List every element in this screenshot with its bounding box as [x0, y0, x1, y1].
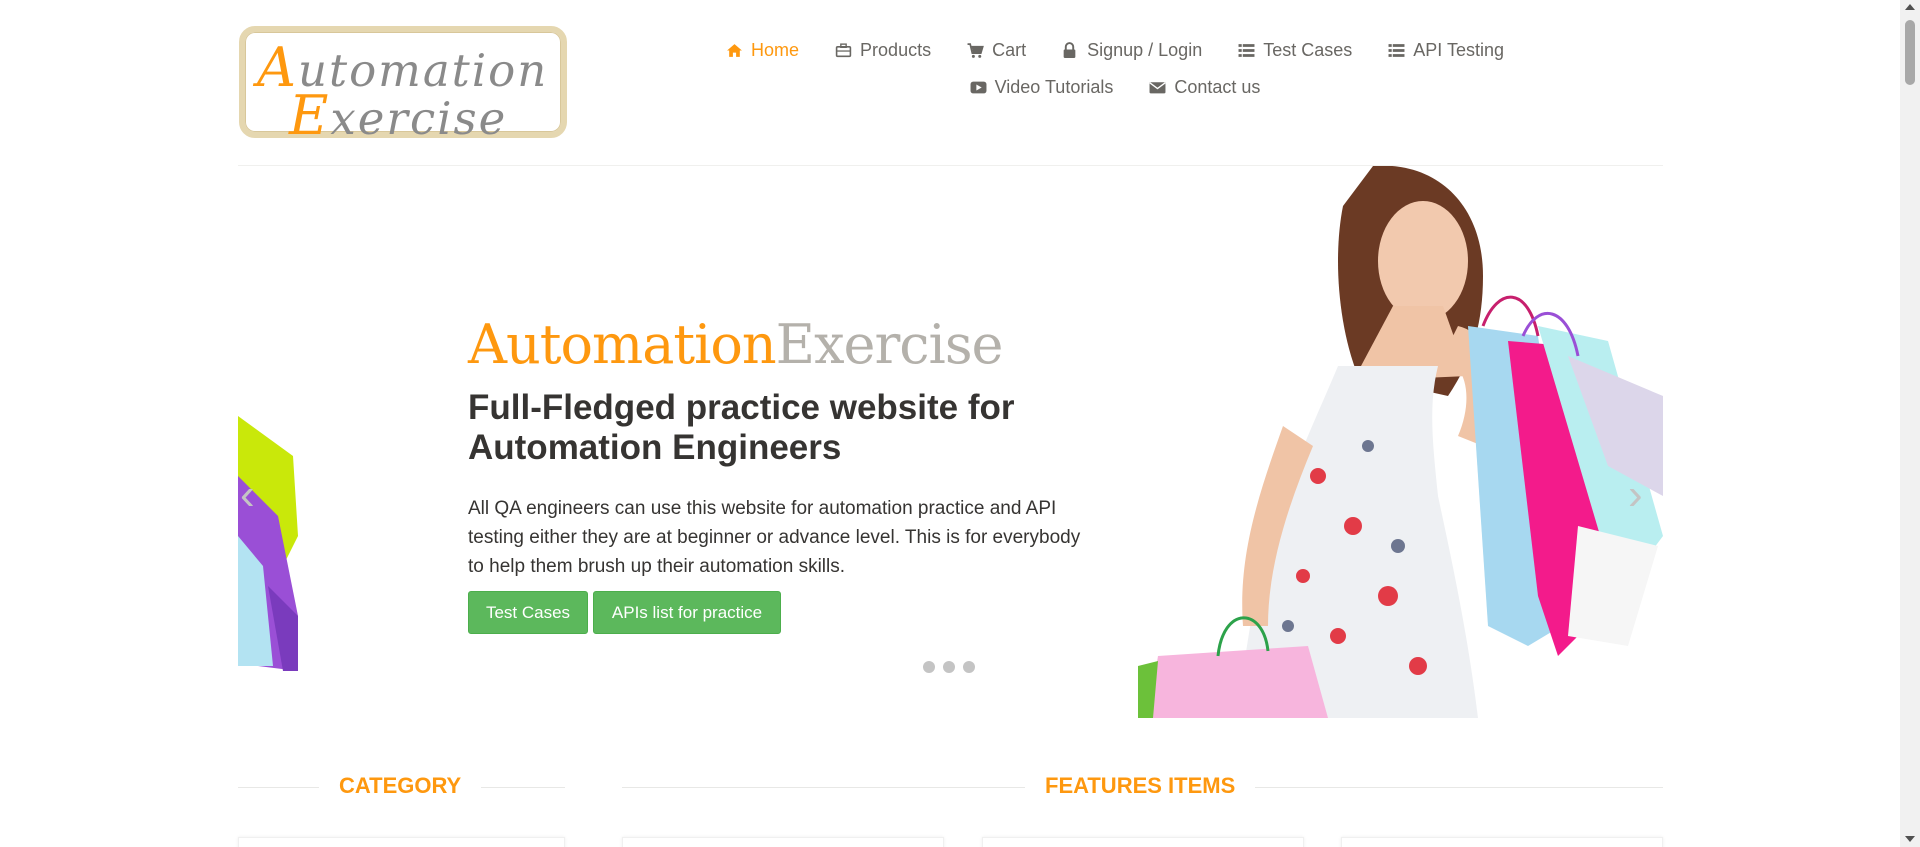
logo-text-2: xercise — [330, 92, 508, 145]
briefcase-icon — [835, 42, 852, 59]
brand-automation: Automation — [468, 313, 777, 376]
nav-signup-login-label: Signup / Login — [1087, 39, 1203, 60]
youtube-icon — [970, 79, 987, 96]
nav-contact-us-label: Contact us — [1174, 76, 1261, 97]
carousel-next-arrow[interactable]: › — [1628, 470, 1643, 520]
nav-test-cases-label: Test Cases — [1263, 39, 1353, 60]
carousel-dot-3[interactable] — [963, 661, 975, 673]
carousel-indicators — [923, 661, 975, 673]
carousel-dot-2[interactable] — [943, 661, 955, 673]
product-card — [622, 837, 944, 847]
category-heading: CATEGORY — [319, 773, 482, 799]
nav-contact-us[interactable]: Contact us — [1131, 73, 1278, 101]
nav-api-testing[interactable]: API Testing — [1370, 36, 1522, 64]
hero-headline: Full-Fledged practice website for Automa… — [468, 388, 1015, 467]
nav-home[interactable]: Home — [708, 36, 817, 64]
nav-signup-login[interactable]: Signup / Login — [1044, 36, 1220, 64]
logo-line-2: Exercise — [289, 84, 507, 147]
site-logo[interactable]: Automation Exercise — [239, 26, 567, 147]
list-icon — [1388, 42, 1405, 59]
scroll-down-arrow-icon[interactable] — [1905, 836, 1915, 842]
hero-carousel: ‹ AutomationExercise Full-Fledged practi… — [238, 166, 1663, 718]
nav-test-cases[interactable]: Test Cases — [1220, 36, 1370, 64]
nav-api-testing-label: API Testing — [1413, 39, 1504, 60]
scroll-up-arrow-icon[interactable] — [1905, 4, 1915, 10]
cart-icon — [967, 42, 984, 59]
logo-cap-e: E — [289, 84, 331, 147]
product-card — [982, 837, 1304, 847]
carousel-dot-1[interactable] — [923, 661, 935, 673]
brand-exercise: Exercise — [775, 313, 1004, 376]
woman-with-shopping-bags-image — [1138, 166, 1663, 718]
features-items-heading: FEATURES ITEMS — [1025, 773, 1256, 799]
carousel-prev-arrow[interactable]: ‹ — [240, 470, 255, 520]
shopping-bags-image-partial — [238, 416, 298, 671]
hero-description: All QA engineers can use this website fo… — [468, 498, 1081, 577]
nav-cart-label: Cart — [992, 39, 1027, 60]
page-scrollbar[interactable] — [1900, 0, 1920, 847]
nav-video-tutorials[interactable]: Video Tutorials — [952, 73, 1132, 101]
home-icon — [726, 42, 743, 59]
hero-brand-title: AutomationExercise — [468, 313, 1004, 376]
lock-icon — [1062, 41, 1079, 59]
test-cases-button[interactable]: Test Cases — [468, 591, 588, 634]
envelope-icon — [1149, 79, 1166, 96]
nav-home-label: Home — [751, 39, 800, 60]
nav-cart[interactable]: Cart — [949, 36, 1044, 64]
nav-products[interactable]: Products — [817, 36, 949, 64]
category-panel — [238, 837, 565, 847]
apis-list-button[interactable]: APIs list for practice — [593, 591, 781, 634]
list-icon — [1238, 42, 1255, 59]
nav-products-label: Products — [860, 39, 932, 60]
nav-video-tutorials-label: Video Tutorials — [994, 76, 1114, 97]
product-card — [1341, 837, 1663, 847]
main-nav: Home Products Cart Signup / Login Test C… — [720, 36, 1510, 101]
scroll-thumb[interactable] — [1905, 20, 1915, 85]
